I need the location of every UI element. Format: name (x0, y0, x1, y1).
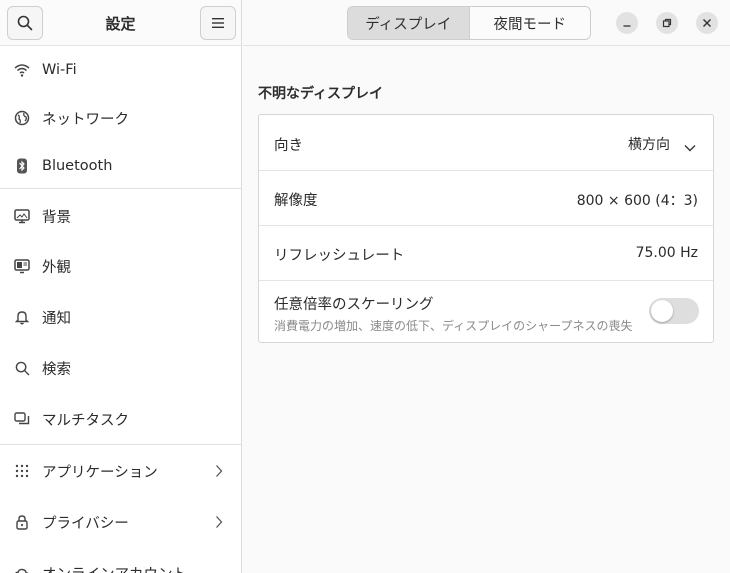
toggle-knob (651, 300, 673, 322)
appearance-icon (14, 258, 30, 274)
restore-button[interactable] (656, 12, 678, 34)
sidebar-item-label: Bluetooth (42, 158, 113, 174)
lock-icon (14, 514, 30, 530)
search-icon (14, 360, 30, 376)
orientation-value: 横方向 (628, 137, 670, 153)
fractional-scaling-toggle[interactable] (649, 298, 699, 324)
sidebar-item-multitasking[interactable]: マルチタスク (0, 399, 241, 439)
cloud-icon (14, 565, 30, 573)
sidebar-item-network[interactable]: ネットワーク (0, 98, 241, 138)
sidebar-item-label: オンラインアカウント (42, 563, 187, 573)
chevron-down-icon (684, 137, 696, 152)
main-menu-button[interactable] (200, 6, 236, 40)
globe-icon (14, 110, 30, 126)
sidebar-item-privacy[interactable]: プライバシー (0, 502, 241, 542)
display-group-title: 不明なディスプレイ (258, 86, 384, 102)
sidebar-item-label: ネットワーク (42, 111, 129, 128)
main-panel: ディスプレイ 夜間モード 不明なディスプレイ 向き 横方向 解像度 800 × … (243, 0, 730, 573)
chevron-right-icon (214, 463, 224, 479)
monitor-icon (14, 208, 30, 224)
sidebar-item-label: 背景 (42, 209, 71, 226)
refresh-rate-label: リフレッシュレート (274, 248, 405, 264)
sidebar-item-label: アプリケーション (42, 464, 158, 481)
sidebar-item-search[interactable]: 検索 (0, 348, 241, 388)
resolution-value: 800 × 600 (4：3) (576, 193, 698, 209)
sidebar-item-wifi[interactable]: Wi-Fi (0, 50, 241, 90)
sidebar-item-online-accounts[interactable]: オンラインアカウント (0, 553, 241, 573)
sidebar-item-applications[interactable]: アプリケーション (0, 451, 241, 491)
sidebar-header: 設定 (0, 0, 241, 46)
close-button[interactable] (696, 12, 718, 34)
sidebar-item-appearance[interactable]: 外観 (0, 246, 241, 286)
sidebar-item-label: 検索 (42, 361, 71, 378)
fractional-scaling-label: 任意倍率のスケーリング (274, 297, 434, 313)
sidebar: 設定 Wi-Fi ネットワーク Bluetooth 背景 外観 通知 検索 マル… (0, 0, 242, 573)
tab-display[interactable]: ディスプレイ (348, 7, 470, 39)
close-icon (703, 19, 711, 27)
main-header: ディスプレイ 夜間モード (243, 0, 730, 46)
restore-icon (662, 18, 672, 28)
fractional-scaling-subtitle: 消費電力の増加、速度の低下、ディスプレイのシャープネスの喪失 (274, 319, 633, 333)
multitask-icon (14, 411, 30, 427)
tab-night-light[interactable]: 夜間モード (469, 7, 590, 39)
sidebar-item-label: Wi-Fi (42, 62, 77, 78)
minimize-icon (623, 25, 631, 27)
sidebar-item-background[interactable]: 背景 (0, 196, 241, 236)
sidebar-separator (0, 188, 241, 189)
bell-icon (14, 309, 30, 325)
view-switcher: ディスプレイ 夜間モード (347, 6, 591, 40)
refresh-rate-row[interactable]: リフレッシュレート 75.00 Hz (259, 226, 713, 280)
sidebar-item-label: 通知 (42, 310, 71, 327)
wifi-icon (14, 62, 30, 78)
bluetooth-icon (14, 158, 30, 174)
sidebar-item-bluetooth[interactable]: Bluetooth (0, 146, 241, 186)
orientation-label: 向き (274, 138, 303, 154)
resolution-label: 解像度 (274, 193, 318, 209)
sidebar-item-label: プライバシー (42, 515, 129, 532)
hamburger-menu-icon (212, 18, 224, 28)
sidebar-item-label: 外観 (42, 259, 71, 276)
resolution-row[interactable]: 解像度 800 × 600 (4：3) (259, 171, 713, 225)
refresh-rate-value: 75.00 Hz (635, 245, 698, 261)
sidebar-item-label: マルチタスク (42, 412, 129, 429)
sidebar-item-notifications[interactable]: 通知 (0, 297, 241, 337)
minimize-button[interactable] (616, 12, 638, 34)
orientation-row[interactable]: 向き 横方向 (259, 115, 713, 170)
sidebar-separator (0, 444, 241, 445)
grid-dots-icon (14, 463, 30, 479)
chevron-right-icon (214, 514, 224, 530)
fractional-scaling-row: 任意倍率のスケーリング 消費電力の増加、速度の低下、ディスプレイのシャープネスの… (259, 281, 713, 342)
display-settings-card: 向き 横方向 解像度 800 × 600 (4：3) リフレッシュレート 75.… (258, 114, 714, 343)
